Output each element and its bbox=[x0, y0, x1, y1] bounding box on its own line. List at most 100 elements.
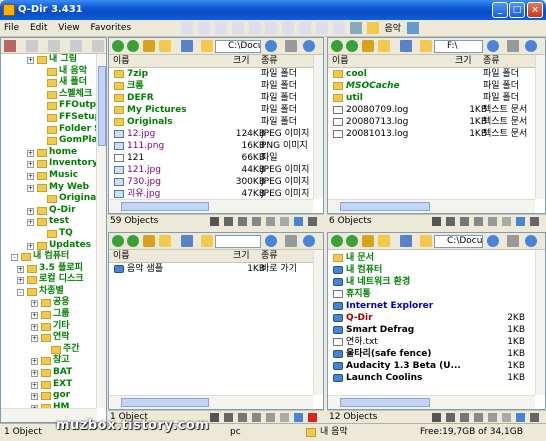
back-icon[interactable] bbox=[331, 40, 343, 52]
view-mode-icon[interactable] bbox=[400, 235, 412, 247]
vertical-scrollbar[interactable] bbox=[535, 55, 545, 199]
tree-item[interactable]: - 차종별 bbox=[1, 286, 97, 298]
up-folder-icon[interactable] bbox=[143, 235, 155, 247]
paste-icon[interactable] bbox=[266, 217, 275, 226]
tools-icon[interactable] bbox=[349, 22, 362, 34]
scroll-thumb[interactable] bbox=[340, 398, 430, 407]
cut-icon[interactable] bbox=[238, 217, 247, 226]
file-row[interactable]: 연하.txt 1KB bbox=[328, 336, 535, 348]
column-type[interactable]: 종류 bbox=[483, 55, 500, 68]
quick-link-icon[interactable] bbox=[525, 40, 537, 52]
history-icon[interactable] bbox=[487, 40, 499, 52]
tree-item[interactable]: + test bbox=[1, 216, 97, 228]
expand-icon[interactable]: + bbox=[27, 57, 34, 64]
horizontal-scrollbar[interactable] bbox=[328, 199, 535, 213]
file-row[interactable]: cool 파일 폴더 bbox=[328, 68, 535, 80]
cut-icon[interactable] bbox=[460, 413, 469, 422]
rename-icon[interactable] bbox=[280, 413, 289, 422]
tree-item[interactable]: + Inventory bbox=[1, 158, 97, 170]
scroll-thumb[interactable] bbox=[121, 398, 209, 407]
address-input[interactable]: C:\Docum bbox=[434, 235, 483, 248]
file-row[interactable]: 12.jpg 124KB JPEG 이미지 bbox=[109, 128, 313, 140]
vertical-scrollbar[interactable] bbox=[313, 55, 323, 199]
expand-icon[interactable]: + bbox=[27, 184, 34, 192]
file-row[interactable]: 울타리(safe fence) 1KB bbox=[328, 348, 535, 360]
layout-2c-icon[interactable] bbox=[316, 22, 328, 34]
close-button[interactable]: × bbox=[527, 2, 543, 18]
tree-item[interactable]: FFSetup bbox=[1, 112, 97, 124]
expand-icon[interactable]: + bbox=[31, 358, 38, 366]
address-input[interactable] bbox=[215, 235, 261, 248]
layout-2d-icon[interactable] bbox=[332, 22, 345, 34]
tree-item[interactable]: + 기타 bbox=[1, 321, 97, 333]
tree-back-icon[interactable] bbox=[4, 40, 16, 52]
filter-icon[interactable] bbox=[294, 217, 303, 226]
file-row[interactable]: Q-Dir 2KB bbox=[328, 312, 535, 324]
horizontal-scrollbar[interactable] bbox=[109, 199, 313, 213]
file-row[interactable]: Audacity 1.3 Beta (U... 1KB bbox=[328, 360, 535, 372]
copy-icon[interactable] bbox=[474, 413, 483, 422]
layout-3c-icon[interactable] bbox=[282, 22, 295, 34]
column-name[interactable]: 이름 bbox=[113, 55, 130, 68]
tree-item[interactable]: + Music bbox=[1, 170, 97, 182]
view-mode-icon[interactable] bbox=[181, 40, 193, 52]
forward-icon[interactable] bbox=[346, 40, 358, 52]
tree-scroll-thumb[interactable] bbox=[98, 66, 106, 146]
rename-icon[interactable] bbox=[502, 217, 511, 226]
history-icon[interactable] bbox=[265, 235, 277, 247]
minimize-button[interactable]: _ bbox=[492, 2, 508, 18]
expand-icon[interactable]: + bbox=[31, 393, 38, 401]
forward-icon[interactable] bbox=[346, 235, 358, 247]
tree-close-icon[interactable] bbox=[91, 40, 104, 52]
tree-item[interactable]: GomPlayer bbox=[1, 135, 97, 147]
tree-item[interactable]: + EXT bbox=[1, 379, 97, 391]
menu-favorites[interactable]: Favorites bbox=[86, 20, 135, 37]
layout-3b-icon[interactable] bbox=[214, 22, 227, 34]
file-row[interactable]: 20081013.log 1KB 텍스트 문서 bbox=[328, 128, 535, 140]
history-icon[interactable] bbox=[487, 235, 499, 247]
expand-icon[interactable]: + bbox=[17, 265, 24, 273]
info-icon[interactable] bbox=[224, 413, 233, 422]
info-icon[interactable] bbox=[446, 413, 455, 422]
address-input[interactable]: F:\ bbox=[434, 40, 483, 53]
collapse-icon[interactable]: - bbox=[17, 288, 24, 296]
tree-item[interactable]: + 참고 bbox=[1, 355, 97, 367]
expand-icon[interactable]: + bbox=[31, 381, 38, 389]
vertical-scrollbar[interactable] bbox=[313, 250, 323, 395]
paste-icon[interactable] bbox=[266, 413, 275, 422]
tree-view-icon[interactable] bbox=[25, 40, 38, 52]
tree-item[interactable]: + BAT bbox=[1, 367, 97, 379]
horizontal-scrollbar[interactable] bbox=[109, 395, 313, 409]
menu-file[interactable]: File bbox=[0, 20, 23, 37]
quick-link-icon[interactable] bbox=[303, 40, 315, 52]
music-favorite[interactable]: 음악 bbox=[383, 21, 404, 38]
music-folder-icon[interactable] bbox=[366, 22, 379, 34]
tree-item[interactable]: + 로컬 디스크 bbox=[1, 274, 97, 286]
column-name[interactable]: 이름 bbox=[332, 55, 349, 68]
layout-2b-icon[interactable] bbox=[248, 22, 261, 34]
back-icon[interactable] bbox=[112, 40, 124, 52]
expand-icon[interactable]: + bbox=[31, 312, 38, 320]
lock-icon[interactable] bbox=[507, 235, 519, 247]
expand-icon[interactable]: + bbox=[27, 242, 34, 250]
forward-icon[interactable] bbox=[127, 235, 139, 247]
up-folder-icon[interactable] bbox=[362, 235, 374, 247]
filter-icon[interactable] bbox=[516, 217, 525, 226]
paste-icon[interactable] bbox=[488, 413, 497, 422]
quick-link-icon[interactable] bbox=[303, 235, 315, 247]
cut-icon[interactable] bbox=[238, 413, 247, 422]
layout-3d-icon[interactable] bbox=[299, 22, 312, 34]
lock-icon[interactable] bbox=[285, 40, 297, 52]
flash-icon[interactable] bbox=[432, 217, 441, 226]
history-icon[interactable] bbox=[265, 40, 277, 52]
folder-icon[interactable] bbox=[378, 40, 390, 52]
tree-item[interactable]: + 내 그림 bbox=[1, 54, 97, 66]
expand-icon[interactable]: + bbox=[31, 300, 38, 308]
tree-item[interactable]: + 연락 bbox=[1, 332, 97, 344]
tree-item[interactable]: + gor bbox=[1, 390, 97, 402]
expand-icon[interactable]: + bbox=[27, 161, 34, 169]
tree-item[interactable]: FFOutput bbox=[1, 100, 97, 112]
lock-icon[interactable] bbox=[285, 235, 297, 247]
layout-2a-icon[interactable] bbox=[231, 22, 244, 34]
file-row[interactable]: 121.jpg 44KB JPEG 이미지 bbox=[109, 164, 313, 176]
